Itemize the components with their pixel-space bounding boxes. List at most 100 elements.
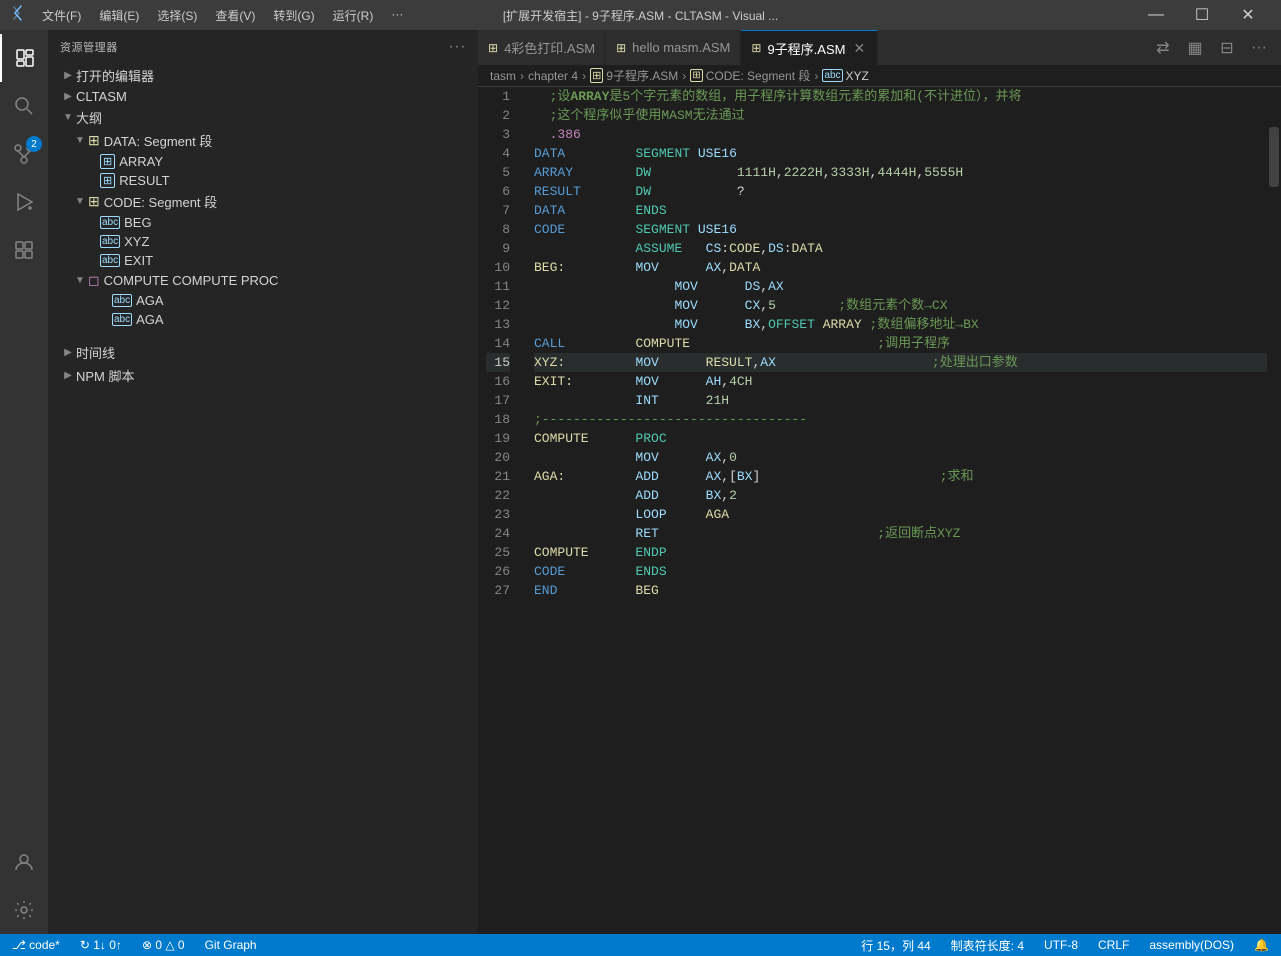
tabs-bar: ⊞ 4彩色打印.ASM ⊞ hello masm.ASM ⊞ 9子程序.ASM … [478,30,1281,65]
code-line-11: MOV DS,AX [534,277,1267,296]
proc-icon: ◻ [88,272,100,289]
tab-label: hello masm.ASM [632,40,730,55]
code-area[interactable]: ;设ARRAY是5个字元素的数组，用子程序计算数组元素的累加和(不计进位），并将… [526,87,1267,934]
status-right: 行 15，列 44 制表符长度: 4 UTF-8 CRLF assembly(D… [857,937,1273,954]
breadcrumb-chapter4[interactable]: chapter 4 [528,69,578,83]
tab-close-button[interactable]: ✕ [851,40,867,57]
code-line-6: RESULT DW ? [534,182,1267,201]
tree-item-label: BEG [124,215,151,230]
menu-file[interactable]: 文件(F) [34,5,89,26]
split-editor-button[interactable]: ⊟ [1213,34,1241,62]
tree-item-label: COMPUTE COMPUTE PROC [104,273,279,288]
code-line-1: ;设ARRAY是5个字元素的数组，用子程序计算数组元素的累加和(不计进位），并将 [534,87,1267,106]
sidebar-item-code-segment[interactable]: ▼ ⊞ CODE: Segment 段 [48,190,478,213]
activity-explorer[interactable] [0,34,48,82]
status-encoding[interactable]: UTF-8 [1040,938,1082,952]
activity-settings[interactable] [0,886,48,934]
code-line-3: .386 [534,125,1267,144]
status-eol[interactable]: CRLF [1094,938,1133,952]
sidebar-section-cltasm[interactable]: ▶ CLTASM [48,87,478,106]
sidebar-section-open-editors[interactable]: ▶ 打开的编辑器 [48,64,478,87]
sidebar-section-timeline[interactable]: ▶ 时间线 [48,341,478,364]
status-errors[interactable]: ⊗ 0 △ 0 [138,938,189,952]
breadcrumb-code-segment[interactable]: ⊞ CODE: Segment 段 [690,67,810,84]
tab-9subprogram[interactable]: ⊞ 9子程序.ASM ✕ [741,30,878,65]
expand-arrow-icon: ▼ [72,135,88,146]
activity-search[interactable] [0,82,48,130]
breadcrumb-sep-1: › [520,69,524,83]
collapse-arrow-icon: ▶ [60,91,76,102]
sidebar-item-exit[interactable]: abc EXIT [48,251,478,270]
sidebar-more-button[interactable]: ··· [448,38,466,56]
activity-run[interactable] [0,178,48,226]
breadcrumb-tasm[interactable]: tasm [490,69,516,83]
activity-account[interactable] [0,838,48,886]
file-icon: ⊞ [751,41,761,55]
breadcrumb-xyz[interactable]: abc XYZ [822,69,868,83]
tab-4colorprint[interactable]: ⊞ 4彩色打印.ASM [478,30,606,65]
sidebar-section-npm[interactable]: ▶ NPM 脚本 [48,364,478,387]
code-line-4: DATA SEGMENT USE16 [534,144,1267,163]
maximize-button[interactable]: ☐ [1179,0,1225,30]
sidebar-header: 资源管理器 ··· [48,30,478,64]
main-area: 2 资源管理器 ··· ▶ 打开的编辑器 ▶ [0,30,1281,934]
vertical-scrollbar[interactable] [1267,87,1281,934]
more-actions-button[interactable]: ··· [1245,34,1273,62]
menu-edit[interactable]: 编辑(E) [91,5,147,26]
compare-button[interactable]: ⇄ [1149,34,1177,62]
breadcrumb-sep-4: › [814,69,818,83]
status-notifications[interactable]: 🔔 [1250,938,1273,952]
toggle-panel-button[interactable]: ▦ [1181,34,1209,62]
sidebar-content: ▶ 打开的编辑器 ▶ CLTASM ▼ 大纲 ▼ ⊞ DATA: Segment… [48,64,478,934]
menu-run[interactable]: 运行(R) [325,5,382,26]
sidebar-item-array[interactable]: ⊞ ARRAY [48,152,478,171]
menu-view[interactable]: 查看(V) [207,5,263,26]
status-tab-size[interactable]: 制表符长度: 4 [947,937,1028,954]
section-label: 大纲 [76,108,102,127]
code-line-25: COMPUTE ENDP [534,543,1267,562]
section-label: 时间线 [76,343,115,362]
expand-arrow-icon: ▼ [72,196,88,207]
code-line-18: ;---------------------------------- [534,410,1267,429]
menu-more[interactable]: ··· [383,5,411,26]
sidebar-section-outline[interactable]: ▼ 大纲 [48,106,478,129]
scrollbar-thumb[interactable] [1269,127,1279,187]
status-git-graph[interactable]: Git Graph [201,938,261,952]
tree-item-label: AGA [136,293,163,308]
status-branch[interactable]: ⎇ code* [8,938,64,952]
menu-goto[interactable]: 转到(G) [265,5,322,26]
window-title: [扩展开发宿主] - 9子程序.ASM - CLTASM - Visual ..… [503,7,778,24]
sidebar-item-data-segment[interactable]: ▼ ⊞ DATA: Segment 段 [48,129,478,152]
sidebar-item-beg[interactable]: abc BEG [48,213,478,232]
status-language[interactable]: assembly(DOS) [1145,938,1238,952]
code-line-27: END BEG [534,581,1267,600]
code-line-19: COMPUTE PROC [534,429,1267,448]
code-line-7: DATA ENDS [534,201,1267,220]
code-line-9: ASSUME CS:CODE,DS:DATA [534,239,1267,258]
tab-label: 4彩色打印.ASM [504,38,595,57]
status-sync[interactable]: ↻ 1↓ 0↑ [76,938,126,952]
var-icon: ⊞ [100,173,115,188]
tab-hellomasm[interactable]: ⊞ hello masm.ASM [606,30,741,65]
sidebar-item-result[interactable]: ⊞ RESULT [48,171,478,190]
tree-item-label: AGA [136,312,163,327]
minimize-button[interactable]: — [1133,0,1179,30]
close-button[interactable]: ✕ [1225,0,1271,30]
code-line-24: RET ;返回断点XYZ [534,524,1267,543]
titlebar: 文件(F) 编辑(E) 选择(S) 查看(V) 转到(G) 运行(R) ··· … [0,0,1281,30]
menu-select[interactable]: 选择(S) [149,5,205,26]
var-icon: ⊞ [100,154,115,169]
sidebar-item-aga-1[interactable]: abc AGA [48,291,478,310]
activity-scm[interactable]: 2 [0,130,48,178]
status-bar: ⎇ code* ↻ 1↓ 0↑ ⊗ 0 △ 0 Git Graph 行 15，列… [0,934,1281,956]
code-line-14: CALL COMPUTE ;调用子程序 [534,334,1267,353]
code-line-22: ADD BX,2 [534,486,1267,505]
status-position[interactable]: 行 15，列 44 [857,937,934,954]
sidebar-item-xyz[interactable]: abc XYZ [48,232,478,251]
breadcrumb-file[interactable]: ⊞ 9子程序.ASM [590,67,678,84]
activity-extensions[interactable] [0,226,48,274]
tabs-actions: ⇄ ▦ ⊟ ··· [1149,34,1281,62]
label-icon: abc [100,254,120,267]
sidebar-item-compute-proc[interactable]: ▼ ◻ COMPUTE COMPUTE PROC [48,270,478,291]
sidebar-item-aga-2[interactable]: abc AGA [48,310,478,329]
